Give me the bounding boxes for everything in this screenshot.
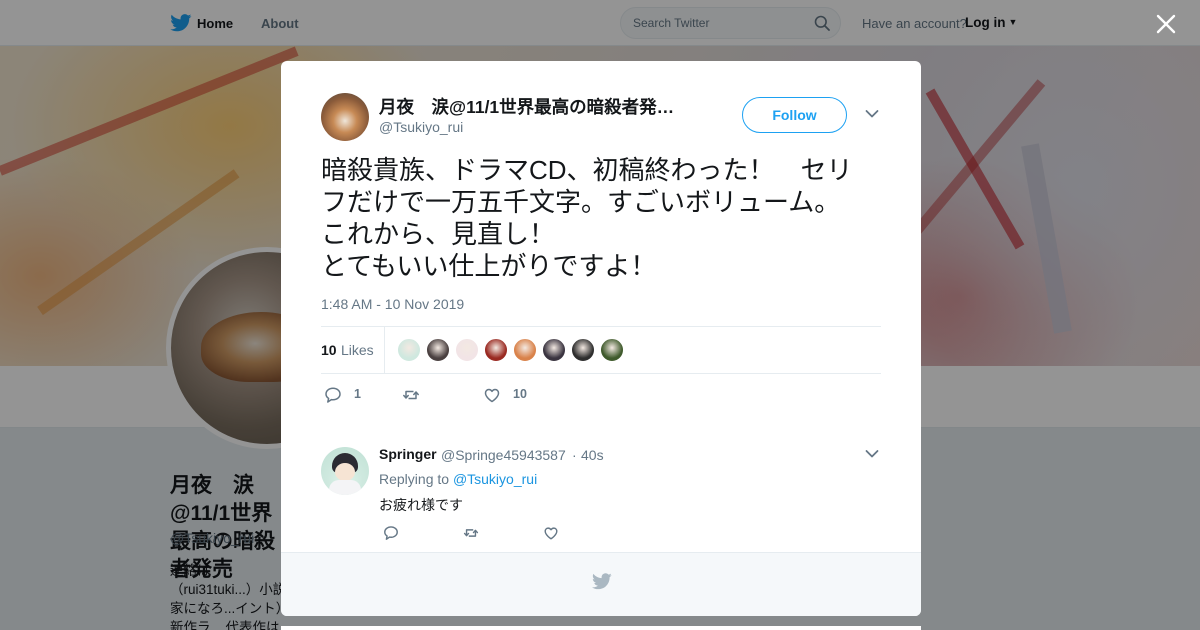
chevron-down-icon[interactable] xyxy=(865,109,879,119)
tweet-timestamp[interactable]: 1:48 AM - 10 Nov 2019 xyxy=(321,296,464,312)
twitter-bird-icon[interactable] xyxy=(592,573,612,590)
chevron-down-icon[interactable] xyxy=(865,449,879,459)
heart-icon[interactable] xyxy=(483,386,501,404)
retweet-icon[interactable] xyxy=(463,525,479,541)
retweet-action[interactable] xyxy=(402,385,442,405)
liker-avatar[interactable] xyxy=(397,338,421,362)
author-name[interactable]: 月夜 涙@11/1世界最高の暗殺者発… xyxy=(379,94,694,119)
author-handle[interactable]: @Tsukiyo_rui xyxy=(379,119,463,135)
heart-icon[interactable] xyxy=(543,525,559,541)
likes-label[interactable]: Likes xyxy=(341,342,374,358)
next-modal-edge xyxy=(281,626,921,630)
like-count: 10 xyxy=(513,387,527,401)
modal-footer xyxy=(281,552,921,616)
separator-dot: · xyxy=(572,447,577,463)
author-avatar[interactable] xyxy=(321,93,369,141)
reply-time[interactable]: 40s xyxy=(581,447,604,463)
reply-avatar[interactable] xyxy=(321,447,369,495)
liker-avatar[interactable] xyxy=(455,338,479,362)
liker-avatar[interactable] xyxy=(484,338,508,362)
reply-text: お疲れ様です xyxy=(379,497,463,513)
liker-avatar[interactable] xyxy=(571,338,595,362)
liker-avatar[interactable] xyxy=(426,338,450,362)
tweet-modal: 月夜 涙@11/1世界最高の暗殺者発… @Tsukiyo_rui Follow … xyxy=(281,61,921,616)
avatar-face xyxy=(335,463,355,481)
replying-to-link[interactable]: @Tsukiyo_rui xyxy=(453,471,537,487)
reply-icon[interactable] xyxy=(324,386,342,404)
reply-actions xyxy=(383,525,583,543)
like-action[interactable]: 10 xyxy=(483,385,543,405)
retweet-icon[interactable] xyxy=(402,386,420,404)
tweet-text: 暗殺貴族、ドラマCD、初稿終わった！ セリフだけで一万五千文字。すごいボリューム… xyxy=(321,155,853,281)
stats-divider xyxy=(384,327,385,373)
liker-avatar[interactable] xyxy=(542,338,566,362)
liker-avatar[interactable] xyxy=(513,338,537,362)
reply-icon[interactable] xyxy=(383,525,399,541)
tweet-stats: 10 Likes xyxy=(321,326,881,374)
replying-to: Replying to @Tsukiyo_rui xyxy=(379,471,537,487)
replying-prefix: Replying to xyxy=(379,471,450,487)
reply-count: 1 xyxy=(354,387,361,401)
likes-count[interactable]: 10 xyxy=(321,342,337,358)
reply-author-name[interactable]: Springer xyxy=(379,446,437,462)
liker-avatar[interactable] xyxy=(600,338,624,362)
reply-author-handle[interactable]: @Springe45943587 xyxy=(441,447,566,463)
close-icon[interactable] xyxy=(1155,13,1177,35)
avatar-body xyxy=(329,480,361,495)
reply-action[interactable]: 1 xyxy=(324,385,374,405)
tweet-actions: 1 10 xyxy=(321,385,621,405)
follow-button[interactable]: Follow xyxy=(742,97,847,133)
